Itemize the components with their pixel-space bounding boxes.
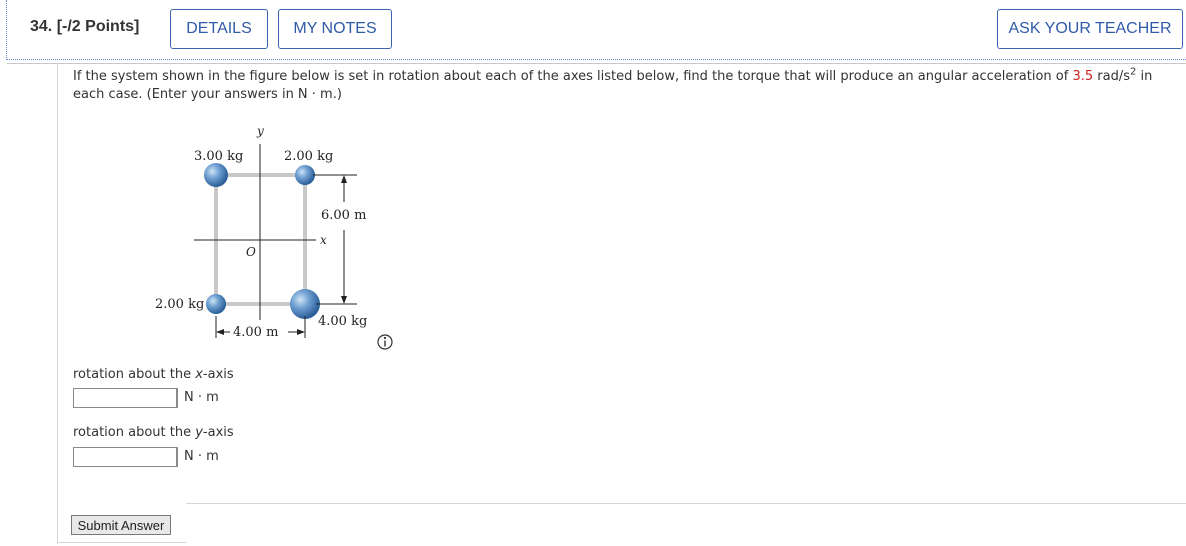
mass-top-left (204, 163, 228, 187)
rotating-masses-figure: y x O 3.00 kg 2.00 kg 2.00 kg 4.00 kg 6.… (155, 124, 393, 350)
points-text: [-/2 Points] (56, 18, 140, 35)
width-label: 4.00 m (233, 325, 278, 340)
part-x-suffix: -axis (202, 367, 234, 382)
prompt-text-before: If the system shown in the figure below … (73, 69, 1073, 84)
question-number: 34. [-/2 Points] (30, 18, 139, 36)
origin-label: O (246, 245, 256, 259)
question-body: If the system shown in the figure below … (57, 64, 1186, 544)
part-x-axis: x (195, 367, 203, 382)
submit-answer-button[interactable]: Submit Answer (71, 515, 171, 535)
height-label: 6.00 m (321, 208, 366, 223)
details-button[interactable]: DETAILS (170, 9, 268, 49)
x-axis-torque-input[interactable] (73, 388, 177, 408)
info-icon[interactable] (377, 334, 393, 350)
mass-top-right (295, 165, 315, 185)
part-y-axis: y (195, 425, 203, 440)
question-prompt: If the system shown in the figure below … (73, 67, 1173, 104)
bottom-border (58, 542, 186, 543)
mass-bottom-right (290, 289, 320, 319)
mass-bottom-left-label: 2.00 kg (155, 297, 204, 312)
part-y-suffix: -axis (202, 425, 234, 440)
part-x-prefix: rotation about the (73, 367, 196, 382)
y-axis-torque-input[interactable] (73, 447, 177, 467)
x-axis-label: x (320, 233, 327, 247)
my-notes-button[interactable]: MY NOTES (278, 9, 392, 49)
mass-top-right-label: 2.00 kg (284, 149, 333, 164)
question-number-text: 34. (30, 18, 53, 35)
part-y-axis-label: rotation about the y-axis (73, 425, 234, 440)
mass-top-left-label: 3.00 kg (194, 149, 243, 164)
ask-your-teacher-button[interactable]: ASK YOUR TEACHER (997, 9, 1183, 49)
mass-bottom-right-label: 4.00 kg (318, 314, 367, 329)
divider-line (186, 503, 1186, 504)
part-y-prefix: rotation about the (73, 425, 196, 440)
acceleration-value: 3.5 (1072, 69, 1094, 84)
x-axis-unit: N · m (177, 388, 219, 408)
mass-bottom-left (206, 294, 226, 314)
y-axis-label: y (256, 124, 264, 138)
y-axis-unit: N · m (177, 447, 219, 467)
acceleration-unit: rad/s (1093, 69, 1130, 84)
part-x-axis-label: rotation about the x-axis (73, 367, 234, 382)
question-header: 34. [-/2 Points] DETAILS MY NOTES ASK YO… (6, 0, 1186, 64)
